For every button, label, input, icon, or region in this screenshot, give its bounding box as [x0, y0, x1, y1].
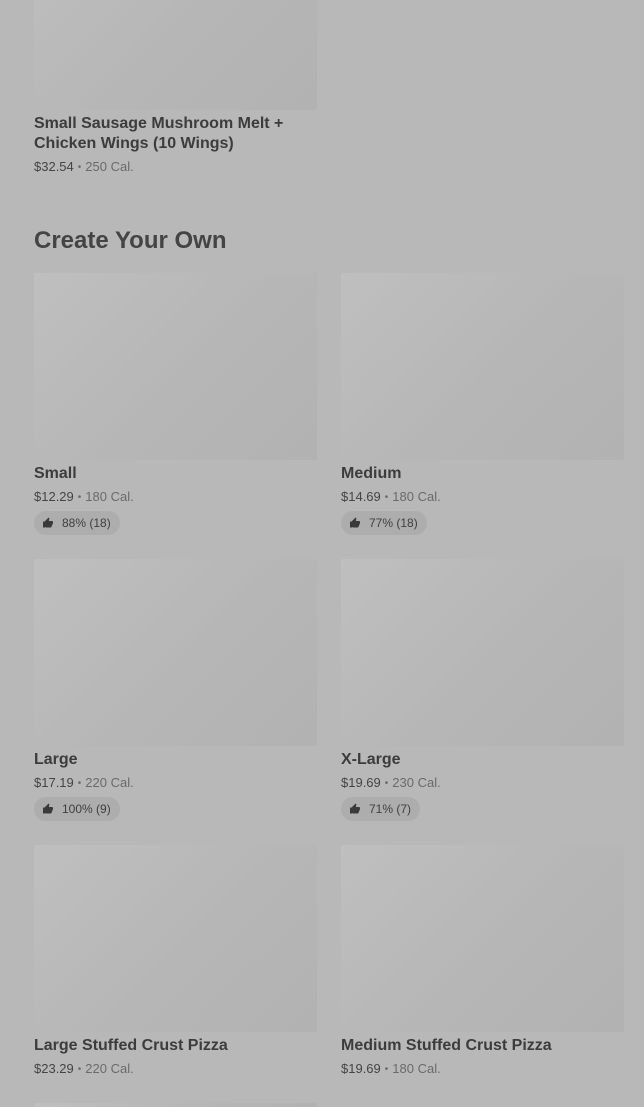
thumbs-up-icon [350, 803, 360, 814]
item-calories: 220 Cal. [85, 1061, 134, 1076]
item-price: $19.69 [341, 1061, 381, 1076]
rating-text: 88% (18) [62, 516, 111, 530]
thumbs-up-icon [350, 517, 360, 528]
section-heading: Create Your Own [34, 227, 227, 254]
item-image-medium[interactable] [341, 273, 624, 460]
rating-badge-large: 100% (9) [34, 797, 120, 821]
separator-dot: • [77, 492, 82, 503]
item-title-small[interactable]: Small [34, 464, 317, 484]
rating-badge-medium: 77% (18) [341, 511, 427, 535]
item-price: $19.69 [341, 775, 381, 790]
item-price-line-small: $12.29 • 180 Cal. [34, 489, 134, 507]
top-card-price-line: $32.54 • 250 Cal. [34, 159, 134, 177]
next-item-image[interactable] [34, 1103, 317, 1107]
item-image-large-stuffed[interactable] [34, 845, 317, 1032]
rating-badge-small: 88% (18) [34, 511, 120, 535]
top-card-image[interactable] [34, 0, 317, 110]
item-calories: 230 Cal. [392, 775, 441, 790]
item-title-large[interactable]: Large [34, 750, 317, 770]
item-calories: 220 Cal. [85, 775, 134, 790]
top-card-price: $32.54 [34, 159, 74, 174]
item-price-line-medium: $14.69 • 180 Cal. [341, 489, 441, 507]
rating-text: 71% (7) [369, 802, 412, 816]
item-price-line-large: $17.19 • 220 Cal. [34, 775, 134, 793]
item-title-x-large[interactable]: X-Large [341, 750, 624, 770]
item-calories: 180 Cal. [392, 489, 441, 504]
item-calories: 180 Cal. [85, 489, 134, 504]
separator-dot: • [384, 778, 389, 789]
item-title-medium-stuffed[interactable]: Medium Stuffed Crust Pizza [341, 1036, 624, 1056]
top-card-title[interactable]: Small Sausage Mushroom Melt + Chicken Wi… [34, 114, 317, 154]
item-title-medium[interactable]: Medium [341, 464, 624, 484]
separator-dot: • [77, 162, 82, 173]
item-price: $12.29 [34, 489, 74, 504]
separator-dot: • [77, 1064, 82, 1075]
item-price: $17.19 [34, 775, 74, 790]
item-price-line-x-large: $19.69 • 230 Cal. [341, 775, 441, 793]
thumbs-up-icon [43, 803, 53, 814]
top-card-calories: 250 Cal. [85, 159, 134, 174]
item-title-large-stuffed[interactable]: Large Stuffed Crust Pizza [34, 1036, 317, 1056]
rating-text: 77% (18) [369, 516, 418, 530]
item-image-small[interactable] [34, 273, 317, 460]
item-image-large[interactable] [34, 559, 317, 746]
thumbs-up-icon [43, 517, 53, 528]
item-image-x-large[interactable] [341, 559, 624, 746]
item-image-medium-stuffed[interactable] [341, 845, 624, 1032]
separator-dot: • [384, 492, 389, 503]
rating-badge-x-large: 71% (7) [341, 797, 421, 821]
item-price: $23.29 [34, 1061, 74, 1076]
separator-dot: • [77, 778, 82, 789]
item-price: $14.69 [341, 489, 381, 504]
item-calories: 180 Cal. [392, 1061, 441, 1076]
item-price-line-large-stuffed: $23.29 • 220 Cal. [34, 1061, 134, 1079]
separator-dot: • [384, 1064, 389, 1075]
rating-text: 100% (9) [62, 802, 111, 816]
item-price-line-medium-stuffed: $19.69 • 180 Cal. [341, 1061, 441, 1079]
